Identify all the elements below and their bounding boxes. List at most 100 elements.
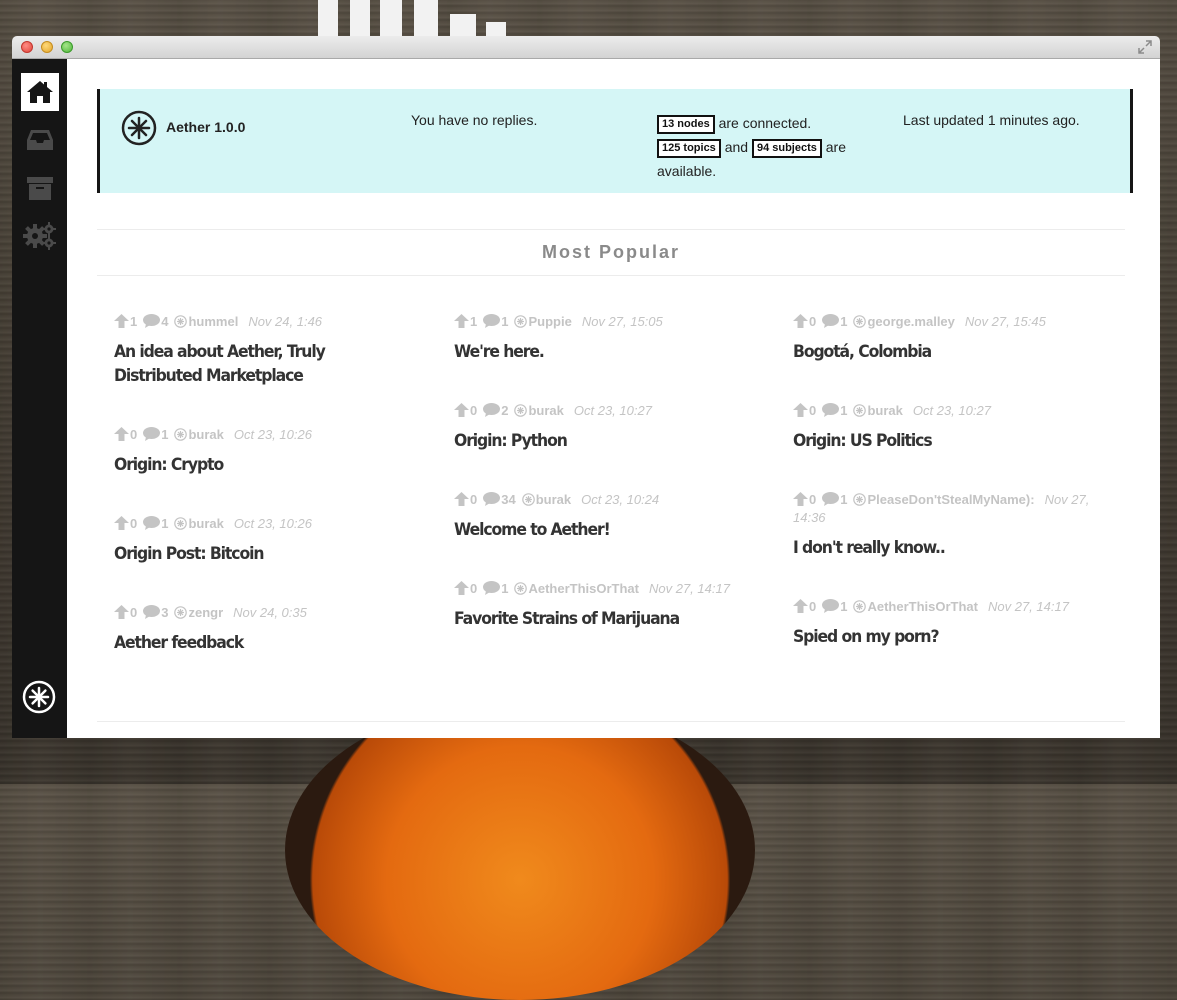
network-status: 13 nodes are connected. 125 topics and 9… (657, 111, 867, 183)
available-text: available. (657, 163, 717, 179)
author-name[interactable]: burak (188, 427, 223, 442)
topic-meta: 0 1 burak Oct 23, 10:26 (114, 515, 434, 533)
upvote-icon[interactable] (793, 314, 808, 329)
post-date: Oct 23, 10:27 (912, 403, 991, 418)
comment-icon (483, 581, 501, 596)
comment-icon (143, 605, 161, 620)
upvote-icon[interactable] (114, 605, 129, 620)
minimize-window-button[interactable] (41, 41, 53, 53)
user-icon (853, 314, 867, 329)
upvote-icon[interactable] (114, 427, 129, 442)
author-name[interactable]: AetherThisOrThat (528, 581, 639, 596)
vote-count: 0 (470, 492, 478, 507)
topic-title[interactable]: We're here. (454, 340, 748, 364)
author-name[interactable]: PleaseDon'tStealMyName): (867, 492, 1034, 507)
user-icon (521, 492, 535, 507)
aether-logo-icon[interactable] (22, 680, 56, 714)
divider (97, 229, 1125, 230)
nodes-text: are connected. (718, 115, 812, 131)
topic-card[interactable]: 0 1 AetherThisOrThat Nov 27, 14:17 Spied on … (793, 598, 1113, 649)
inbox-icon (27, 130, 53, 150)
upvote-icon[interactable] (793, 492, 808, 507)
window-titlebar[interactable] (12, 36, 1160, 59)
fullscreen-icon[interactable] (1138, 40, 1152, 54)
sidebar-item-inbox[interactable] (21, 121, 59, 159)
user-icon (174, 314, 188, 329)
topic-card[interactable]: 0 1 burak Oct 23, 10:26 Origin: Crypto (114, 426, 434, 477)
replies-status: You have no replies. (411, 112, 538, 128)
post-date: Nov 27, 14:17 (987, 599, 1069, 614)
upvote-icon[interactable] (454, 492, 469, 507)
topic-title[interactable]: Spied on my porn? (793, 625, 1087, 649)
upvote-icon[interactable] (114, 314, 129, 329)
app-window: Aether 1.0.0 You have no replies. 13 nod… (12, 36, 1160, 738)
topic-title[interactable]: Origin: US Politics (793, 429, 1087, 453)
topic-card[interactable]: 0 2 burak Oct 23, 10:27 Origin: Python (454, 402, 774, 453)
topic-title[interactable]: Origin: Python (454, 429, 748, 453)
author-name[interactable]: burak (867, 403, 902, 418)
sidebar-item-home[interactable] (21, 73, 59, 111)
author-name[interactable]: AetherThisOrThat (867, 599, 978, 614)
comment-count: 4 (161, 314, 169, 329)
popular-column-1: 1 4 hummel Nov 24, 1:46 An idea about Aether… (114, 313, 434, 693)
settings-gears-icon (23, 222, 56, 250)
vote-count: 0 (130, 516, 138, 531)
author-name[interactable]: burak (528, 403, 563, 418)
user-icon (174, 605, 188, 620)
author-name[interactable]: burak (188, 516, 223, 531)
topic-title[interactable]: Favorite Strains of Marijuana (454, 607, 748, 631)
author-name[interactable]: hummel (188, 314, 238, 329)
author-name[interactable]: burak (536, 492, 571, 507)
topic-card[interactable]: 0 1 AetherThisOrThat Nov 27, 14:17 Favorite … (454, 580, 774, 631)
topic-card[interactable]: 0 1 burak Oct 23, 10:26 Origin Post: Bitcoin (114, 515, 434, 566)
post-date: Nov 27, 15:45 (964, 314, 1046, 329)
author-name[interactable]: Puppie (528, 314, 571, 329)
topic-title[interactable]: Aether feedback (114, 631, 408, 655)
topic-title[interactable]: An idea about Aether, Truly Distributed … (114, 340, 408, 388)
comment-count: 1 (840, 492, 848, 507)
status-bar: Aether 1.0.0 You have no replies. 13 nod… (97, 89, 1133, 193)
upvote-icon[interactable] (454, 581, 469, 596)
author-name[interactable]: zengr (188, 605, 223, 620)
topic-card[interactable]: 1 4 hummel Nov 24, 1:46 An idea about Aether… (114, 313, 434, 388)
upvote-icon[interactable] (793, 403, 808, 418)
topic-card[interactable]: 0 3 zengr Nov 24, 0:35 Aether feedback (114, 604, 434, 655)
upvote-icon[interactable] (454, 314, 469, 329)
zoom-window-button[interactable] (61, 41, 73, 53)
user-icon (174, 516, 188, 531)
upvote-icon[interactable] (114, 516, 129, 531)
vote-count: 1 (470, 314, 478, 329)
topic-title[interactable]: I don't really know.. (793, 536, 1087, 560)
post-date: Oct 23, 10:26 (233, 427, 312, 442)
topic-card[interactable]: 0 1 PleaseDon'tStealMyName): Nov 27, 14:36 I… (793, 491, 1113, 560)
post-date: Oct 23, 10:26 (233, 516, 312, 531)
comment-icon (143, 427, 161, 442)
topic-card[interactable]: 0 34 burak Oct 23, 10:24 Welcome to Aether! (454, 491, 774, 542)
sidebar-item-archive[interactable] (21, 169, 59, 207)
user-icon (853, 492, 867, 507)
topic-card[interactable]: 0 1 george.malley Nov 27, 15:45 Bogotá, Colo… (793, 313, 1113, 364)
topic-title[interactable]: Origin Post: Bitcoin (114, 542, 408, 566)
comment-icon (822, 492, 840, 507)
upvote-icon[interactable] (454, 403, 469, 418)
vote-count: 0 (809, 403, 817, 418)
sidebar-item-settings[interactable] (21, 217, 59, 255)
user-icon (514, 581, 528, 596)
topic-title[interactable]: Welcome to Aether! (454, 518, 748, 542)
comment-icon (143, 314, 161, 329)
topic-title[interactable]: Bogotá, Colombia (793, 340, 1087, 364)
topic-meta: 0 1 PleaseDon'tStealMyName): Nov 27, 14:36 (793, 491, 1113, 527)
vote-count: 0 (809, 599, 817, 614)
are-text: are (825, 139, 846, 155)
topic-card[interactable]: 0 1 burak Oct 23, 10:27 Origin: US Politics (793, 402, 1113, 453)
comment-icon (822, 599, 840, 614)
topic-title[interactable]: Origin: Crypto (114, 453, 408, 477)
upvote-icon[interactable] (793, 599, 808, 614)
topic-meta: 0 1 george.malley Nov 27, 15:45 (793, 313, 1113, 331)
close-window-button[interactable] (21, 41, 33, 53)
topic-card[interactable]: 1 1 Puppie Nov 27, 15:05 We're here. (454, 313, 774, 364)
vote-count: 0 (809, 492, 817, 507)
post-date: Nov 27, 15:05 (581, 314, 663, 329)
author-name[interactable]: george.malley (867, 314, 954, 329)
user-icon (853, 599, 867, 614)
